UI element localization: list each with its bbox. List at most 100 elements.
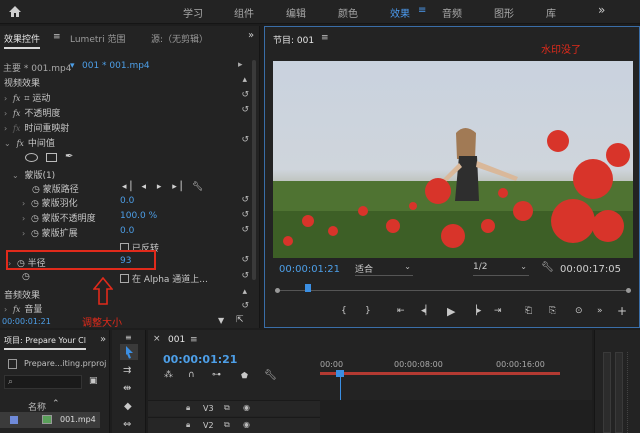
sort-icon[interactable]: ⌃ [52,399,60,409]
home-icon[interactable] [8,5,22,21]
fx-icon[interactable]: fx [13,305,20,314]
effect-controls-scrollbar[interactable] [252,60,256,280]
video-frame[interactable] [273,61,633,258]
reset-icon[interactable]: ↺ [241,90,249,100]
extract-icon[interactable]: ⎘ [549,306,556,316]
reset-icon[interactable]: ↺ [241,271,249,281]
tab-source[interactable]: 源:（无剪辑） [151,32,208,45]
mark-out-icon[interactable]: } [365,306,371,316]
timeline-ruler[interactable]: 00:00 00:00:08:00 00:00:16:00 [320,360,592,382]
resolution-dropdown[interactable]: 1/2 ⌄ [473,262,529,276]
expand-icon[interactable]: › [22,214,25,223]
project-search-input[interactable]: ⌕ [4,375,82,389]
effect-opacity[interactable]: › fx 不透明度 [4,106,60,120]
effect-volume[interactable]: › fx 音量 [4,302,42,316]
workspace-libraries[interactable]: 库 [546,5,556,20]
sync-lock-icon[interactable]: ⧉ [224,420,230,430]
new-bin-icon[interactable]: ▣ [89,376,98,386]
ellipse-mask-icon[interactable] [25,153,38,162]
tab-sequence[interactable]: 001 [168,335,185,347]
reset-icon[interactable]: ↺ [241,135,249,145]
settings-wrench-icon[interactable]: 🔧︎ [264,370,277,381]
work-area-bar[interactable] [320,372,560,375]
wrench-icon[interactable]: 🔧︎ [541,262,554,273]
tab-lumetri-scopes[interactable]: Lumetri 范围 [70,32,125,45]
effect-controls-timecode[interactable]: 00:00:01:21 [2,317,51,326]
reset-icon[interactable]: ↺ [241,210,249,220]
snap-icon[interactable]: ⁂ [164,370,173,380]
effect-time-remap[interactable]: › fx 时间重映射 [4,121,69,135]
close-icon[interactable]: × [153,334,161,344]
marker-icon[interactable]: ⬟ [241,371,248,380]
play-icon[interactable]: ▶ [447,305,455,318]
video-effects-menu-icon[interactable]: ▴ [242,75,247,85]
selection-tool-icon[interactable] [120,344,138,360]
ripple-edit-icon[interactable]: ⇹ [123,383,131,394]
timeline-scrubber[interactable] [275,284,631,296]
collapse-icon[interactable]: ⌄ [12,171,19,180]
linked-selection-icon[interactable]: ∩ [188,370,195,380]
lock-icon[interactable]: 🔒︎ [186,420,190,430]
export-frame-icon[interactable]: ⊙ [575,306,583,316]
tab-project[interactable]: 项目: Prepare Your Cl [4,335,86,350]
stopwatch-icon[interactable]: ◷ [31,199,39,209]
mask-expand-value[interactable]: 0.0 [120,226,134,236]
track-select-icon[interactable]: ⇉ [123,365,131,376]
audio-effects-menu-icon[interactable]: ▴ [242,287,247,297]
add-marker-icon[interactable]: ⊶ [212,370,221,380]
workspace-effects[interactable]: 效果 [390,5,410,20]
add-button-icon[interactable]: + [617,304,627,318]
expand-icon[interactable]: › [22,199,25,208]
mask-feather-value[interactable]: 0.0 [120,196,134,206]
reset-icon[interactable]: ↺ [241,195,249,205]
mark-in-icon[interactable]: { [341,306,347,316]
collapse-icon[interactable]: ⌄ [4,139,11,148]
reset-icon[interactable]: ↺ [241,105,249,115]
sequence-clip-dropdown[interactable]: ▾ [70,61,75,71]
stopwatch-icon[interactable]: ◷ [32,185,40,195]
overflow-icon[interactable]: » [597,306,603,316]
tab-effect-controls[interactable]: 效果控件 [4,32,41,49]
step-forward-icon[interactable]: ▕▸ [470,306,481,316]
sequence-clip-label[interactable]: 001 * 001.mp4 [82,61,150,71]
mask-opacity-value[interactable]: 100.0 % [120,211,157,221]
program-title[interactable]: 节目: 001 [273,33,314,48]
workspace-audio[interactable]: 音频 [442,5,462,20]
effect-median[interactable]: ⌄ fx 中间值 [4,136,55,150]
fx-icon[interactable]: fx [13,94,20,103]
mask-track-controls[interactable]: ◂▏◂ ▸ ▸▏ [122,182,192,192]
wrench-icon[interactable]: 🔧︎ [192,182,203,192]
stopwatch-icon[interactable]: ◷ [22,272,30,282]
track-area[interactable] [320,400,592,433]
expand-icon[interactable]: › [4,109,7,118]
lift-icon[interactable]: ⎗ [525,306,532,316]
panel-menu-icon[interactable]: ≡ [190,335,198,345]
eye-icon[interactable]: ◉ [243,403,250,412]
export-icon[interactable]: ⇱ [236,315,244,325]
panel-overflow-icon[interactable]: » [100,334,106,345]
rectangle-mask-icon[interactable] [46,153,57,162]
lock-icon[interactable]: 🔒︎ [186,403,190,413]
clip-row[interactable]: 001.mp4 [0,412,100,428]
razor-icon[interactable]: ◆ [124,401,132,412]
expand-icon[interactable]: › [4,94,7,103]
stopwatch-icon[interactable]: ◷ [31,214,39,224]
go-to-in-icon[interactable]: ⇤ [397,306,405,316]
alpha-checkbox[interactable] [120,274,129,283]
panel-menu-icon[interactable]: ≡ [321,33,329,43]
mask-1[interactable]: ⌄ 蒙版(1) [12,168,55,182]
panel-overflow-icon[interactable]: » [248,30,254,41]
workspace-menu-icon[interactable]: ≡ [418,5,426,16]
eye-icon[interactable]: ◉ [243,420,250,429]
workspace-learn[interactable]: 学习 [183,5,203,20]
filter-icon[interactable]: ▼ [218,316,224,325]
panel-menu-icon[interactable]: ≡ [53,32,61,42]
workspace-graphics[interactable]: 图形 [494,5,514,20]
workspace-assembly[interactable]: 组件 [234,5,254,20]
playhead-marker[interactable] [305,284,311,292]
reset-icon[interactable]: ↺ [241,225,249,235]
stopwatch-icon[interactable]: ◷ [31,229,39,239]
effect-motion[interactable]: › fx ⌗ 运动 [4,91,50,105]
step-back-icon[interactable]: ◂▏ [421,306,432,316]
expand-icon[interactable]: › [4,305,7,314]
